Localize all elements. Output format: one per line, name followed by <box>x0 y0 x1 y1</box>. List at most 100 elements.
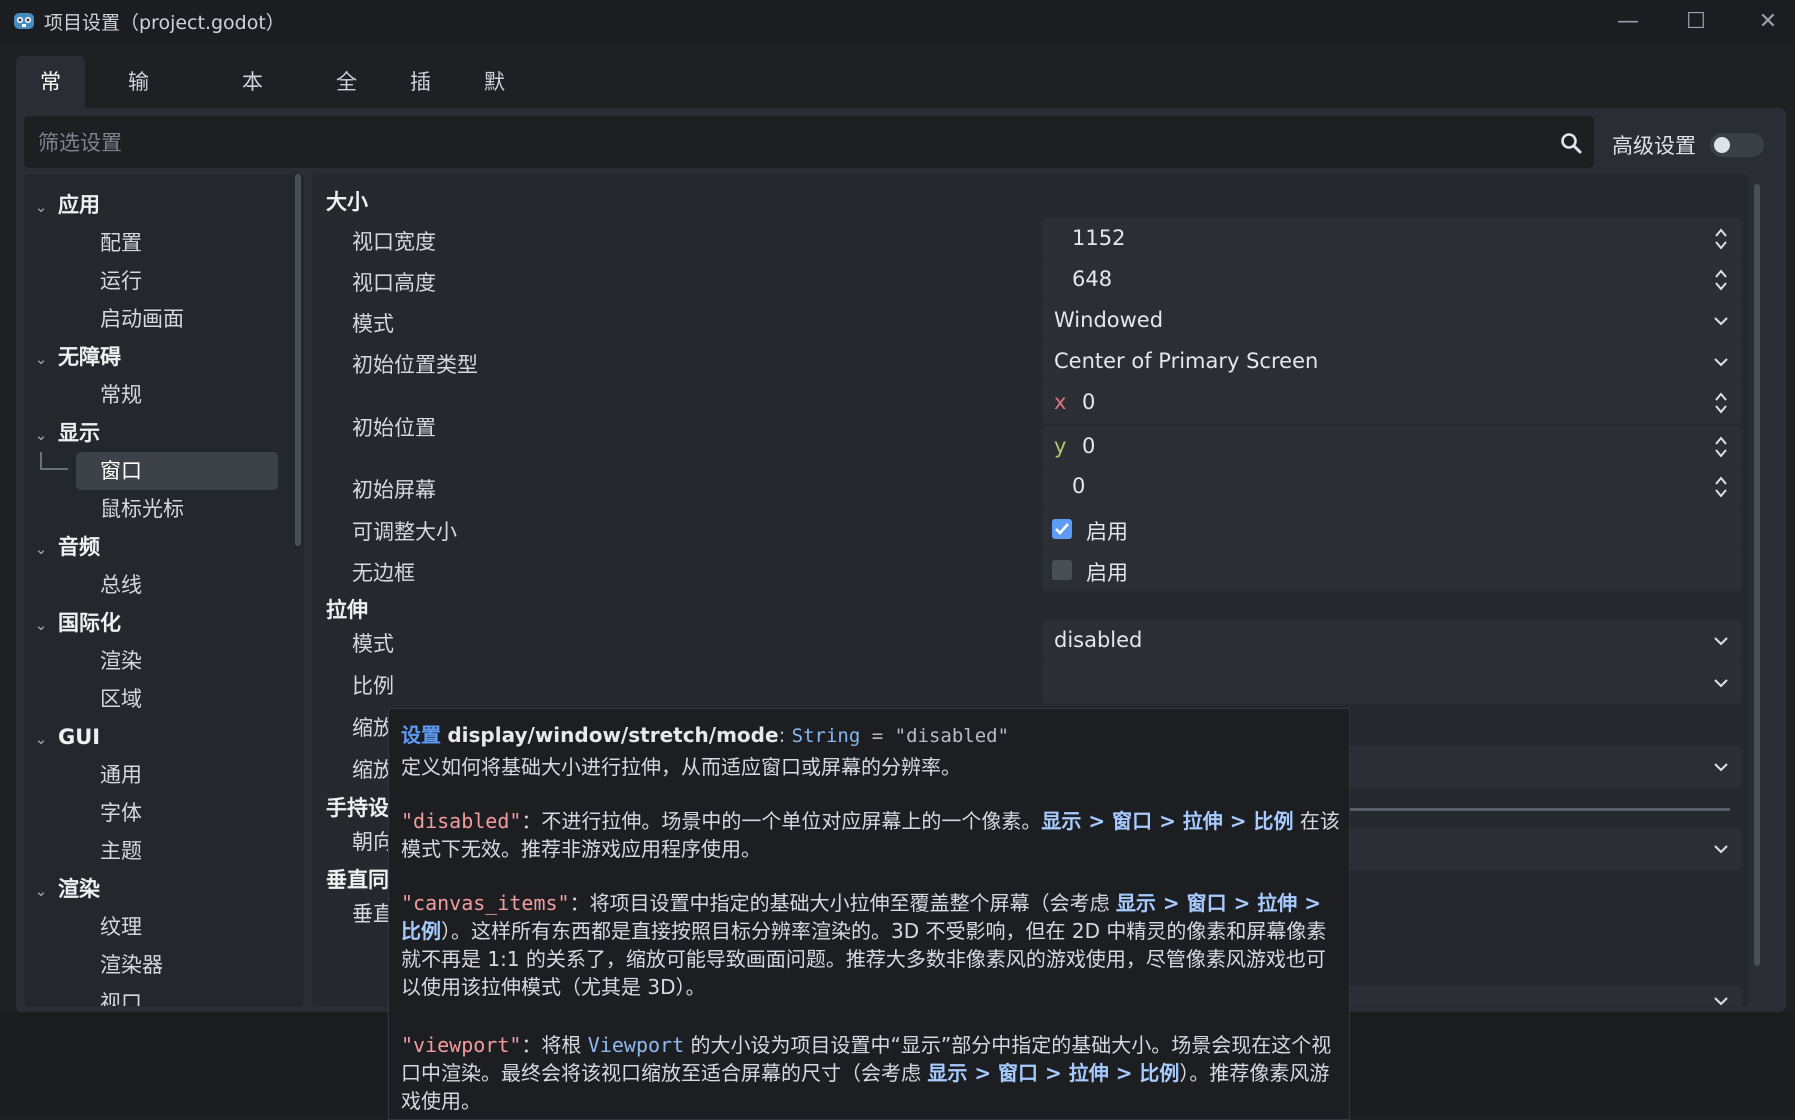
sidebar-item-run[interactable]: 运行 <box>76 262 278 300</box>
sidebar-item-renderer[interactable]: 渲染器 <box>76 946 278 984</box>
initial-position-label: 初始位置 <box>352 416 436 440</box>
tab-input-map[interactable]: 输入映射 <box>104 56 173 250</box>
tooltip-canvas-items-paragraph: "canvas_items"：将项目设置中指定的基础大小拉伸至覆盖整个屏幕（会考… <box>401 889 1341 1001</box>
spinner-arrows-icon[interactable] <box>1714 474 1728 500</box>
section-vsync: 垂直同 <box>326 868 389 892</box>
sidebar-item-theme[interactable]: 主题 <box>76 832 278 870</box>
borderless-row: 启用 <box>1042 549 1742 591</box>
sidebar-item-viewport[interactable]: 视口 <box>76 984 278 1006</box>
chevron-down-icon: ⌄ <box>34 540 48 558</box>
initial-position-x-value: 0 <box>1082 390 1096 414</box>
resizable-enable-label: 启用 <box>1086 520 1128 544</box>
borderless-checkbox[interactable] <box>1052 560 1072 580</box>
stretch-mode-label: 模式 <box>352 632 394 656</box>
initial-position-y-value: 0 <box>1082 434 1096 458</box>
spinner-arrows-icon[interactable] <box>1714 267 1728 293</box>
x-axis-label: x <box>1054 390 1067 414</box>
category-audio[interactable]: ⌄ 音频 <box>24 528 100 566</box>
advanced-settings-label: 高级设置 <box>1612 134 1696 158</box>
property-tooltip: 设置 display/window/stretch/mode: String =… <box>388 708 1350 1120</box>
chevron-down-icon <box>1714 358 1728 367</box>
chevron-down-icon: ⌄ <box>34 730 48 748</box>
stretch-aspect-label: 比例 <box>352 674 394 698</box>
tooltip-text: ：将项目设置中指定的基础大小拉伸至覆盖整个屏幕（会考虑 <box>569 891 1116 915</box>
sidebar-item-fonts[interactable]: 字体 <box>76 794 278 832</box>
stretch-mode-dropdown[interactable]: disabled <box>1042 620 1742 662</box>
category-rendering[interactable]: ⌄ 渲染 <box>24 870 100 908</box>
initial-position-type-value: Center of Primary Screen <box>1054 349 1319 373</box>
borderless-label: 无边框 <box>352 561 415 585</box>
initial-screen-spinbox[interactable]: 0 <box>1042 466 1742 508</box>
tooltip-header: 设置 display/window/stretch/mode: String =… <box>401 719 1009 748</box>
tree-connector <box>40 468 68 470</box>
class-link-viewport[interactable]: Viewport <box>588 1033 684 1057</box>
viewport-height-spinbox[interactable]: 648 <box>1042 259 1742 301</box>
category-gui[interactable]: ⌄ GUI <box>24 718 100 756</box>
code-viewport: "viewport" <box>401 1033 522 1057</box>
chevron-down-icon <box>1714 637 1728 646</box>
initial-position-type-dropdown[interactable]: Center of Primary Screen <box>1042 341 1742 383</box>
spinner-arrows-icon[interactable] <box>1714 226 1728 252</box>
tooltip-disabled-paragraph: "disabled"：不进行拉伸。场景中的一个单位对应屏幕上的一个像素。显示 >… <box>401 807 1341 863</box>
tooltip-intro: 定义如何将基础大小进行拉伸，从而适应窗口或屏幕的分辨率。 <box>401 755 961 779</box>
code-disabled: "disabled" <box>401 809 522 833</box>
close-button[interactable]: ✕ <box>1740 4 1795 38</box>
sidebar-item-accessibility-general[interactable]: 常规 <box>76 376 278 414</box>
chevron-down-icon <box>1714 679 1728 688</box>
initial-position-y-spinbox[interactable]: y 0 <box>1042 426 1742 468</box>
sidebar-item-config[interactable]: 配置 <box>76 224 278 262</box>
window-mode-label: 模式 <box>352 312 394 336</box>
tooltip-text: ：将根 <box>521 1033 588 1057</box>
stretch-aspect-dropdown[interactable] <box>1042 662 1742 704</box>
search-icon[interactable] <box>1560 132 1582 154</box>
sidebar-item-buses[interactable]: 总线 <box>76 566 278 604</box>
tab-localization[interactable]: 本地化 <box>218 56 287 198</box>
spinner-arrows-icon[interactable] <box>1714 434 1728 460</box>
category-internationalization[interactable]: ⌄ 国际化 <box>24 604 121 642</box>
viewport-height-value: 648 <box>1072 267 1113 291</box>
sidebar-item-rendering-fallback[interactable]: 渲染 <box>76 642 278 680</box>
category-display[interactable]: ⌄ 显示 <box>24 414 100 452</box>
filter-settings-input[interactable] <box>36 126 1540 160</box>
window-title: 项目设置（project.godot） <box>44 12 285 34</box>
resizable-checkbox[interactable] <box>1052 519 1072 539</box>
maximize-button[interactable]: ☐ <box>1668 4 1724 38</box>
toggle-knob <box>1714 137 1730 153</box>
inspector-scrollbar[interactable] <box>1754 184 1760 966</box>
window-mode-value: Windowed <box>1054 308 1164 332</box>
tab-import-defaults[interactable]: 默认导入设置 <box>460 56 529 354</box>
spinner-arrows-icon[interactable] <box>1714 390 1728 416</box>
window-mode-dropdown[interactable]: Windowed <box>1042 300 1742 342</box>
resizable-row: 启用 <box>1042 508 1742 550</box>
sidebar-item-textures[interactable]: 纹理 <box>76 908 278 946</box>
sidebar-scrollbar[interactable] <box>295 174 301 546</box>
tooltip-text: ：不进行拉伸。场景中的一个单位对应屏幕上的一个像素。 <box>521 809 1042 833</box>
tab-globals[interactable]: 全局 <box>312 56 381 146</box>
tab-plugins[interactable]: 插件 <box>386 56 455 146</box>
viewport-width-spinbox[interactable]: 1152 <box>1042 218 1742 260</box>
tooltip-property-path: display/window/stretch/mode <box>447 723 779 747</box>
sidebar-item-window[interactable]: 窗口 <box>76 452 278 490</box>
sidebar-item-mouse-cursor[interactable]: 鼠标光标 <box>76 490 278 528</box>
setting-link[interactable]: 显示 > 窗口 > 拉伸 > 比例 <box>1041 809 1293 833</box>
tab-general[interactable]: 常规 <box>16 56 85 146</box>
y-axis-label: y <box>1054 434 1067 458</box>
sidebar-item-boot-splash[interactable]: 启动画面 <box>76 300 278 338</box>
section-size: 大小 <box>326 190 368 214</box>
initial-position-x-spinbox[interactable]: x 0 <box>1042 382 1742 424</box>
category-accessibility[interactable]: ⌄ 无障碍 <box>24 338 121 376</box>
chevron-down-icon <box>1714 997 1728 1006</box>
viewport-width-label: 视口宽度 <box>352 230 436 254</box>
section-handheld: 手持设 <box>326 796 389 820</box>
minimize-button[interactable]: — <box>1600 4 1656 38</box>
chevron-down-icon <box>1714 763 1728 772</box>
setting-link[interactable]: 显示 > 窗口 > 拉伸 > 比例 <box>927 1061 1179 1085</box>
initial-position-type-label: 初始位置类型 <box>352 353 478 377</box>
stretch-scale-slider[interactable] <box>1350 808 1730 811</box>
settings-category-tree: ⌄ 应用 配置 运行 启动画面 ⌄ 无障碍 常规 ⌄ 显示 窗口 鼠标光标 ⌄ 音频 总… <box>24 174 304 1006</box>
sidebar-item-locale[interactable]: 区域 <box>76 680 278 718</box>
chevron-down-icon: ⌄ <box>34 882 48 900</box>
tooltip-keyword: 设置 <box>401 723 441 747</box>
sidebar-item-common[interactable]: 通用 <box>76 756 278 794</box>
category-application[interactable]: ⌄ 应用 <box>24 186 100 224</box>
